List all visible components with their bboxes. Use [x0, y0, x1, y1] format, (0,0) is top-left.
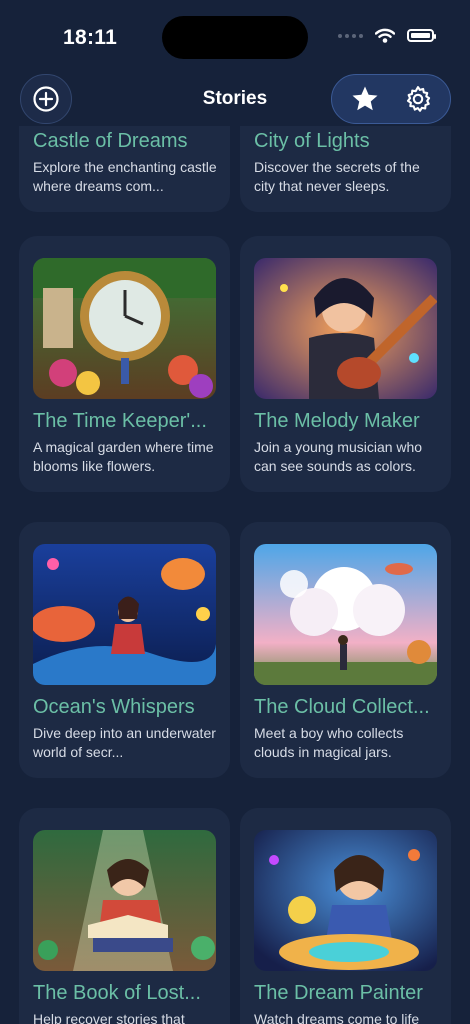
story-title: The Time Keeper'... [33, 410, 207, 432]
story-description: Join a young musician who can see sounds… [254, 439, 423, 474]
story-card[interactable]: City of Lights Discover the secrets of t… [240, 126, 451, 212]
story-card[interactable]: The Dream Painter Watch dreams come to l… [240, 808, 451, 1024]
story-description: Help recover stories that [33, 1011, 185, 1024]
story-description: Discover the secrets of the city that ne… [254, 159, 420, 194]
status-bar: 18:11 [0, 0, 470, 72]
star-icon [352, 86, 377, 111]
dynamic-island [162, 16, 308, 59]
story-description: Explore the enchanting castle where drea… [33, 159, 217, 194]
story-description: Meet a boy who collects clouds in magica… [254, 725, 404, 760]
story-image-book-of-lost [33, 830, 216, 971]
settings-button[interactable] [396, 77, 440, 121]
story-title: Castle of Dreams [33, 130, 188, 152]
story-description: Dive deep into an underwater world of se… [33, 725, 216, 760]
story-card[interactable]: Castle of Dreams Explore the enchanting … [19, 126, 230, 212]
cellular-signal-icon [338, 33, 363, 38]
story-card[interactable]: The Cloud Collect... Meet a boy who coll… [240, 522, 451, 778]
wifi-icon [375, 28, 395, 43]
story-title: Ocean's Whispers [33, 696, 195, 718]
gear-icon [406, 86, 430, 112]
favorites-button[interactable] [343, 77, 387, 121]
story-title: The Melody Maker [254, 410, 420, 432]
story-title: The Book of Lost... [33, 982, 201, 1004]
status-icons [338, 28, 436, 43]
story-image-dream-painter [254, 830, 437, 971]
story-title: The Dream Painter [254, 982, 423, 1004]
story-title: City of Lights [254, 130, 370, 152]
story-title: The Cloud Collect... [254, 696, 430, 718]
story-image-oceans-whispers [33, 544, 216, 685]
story-grid-viewport[interactable]: Castle of Dreams Explore the enchanting … [0, 126, 470, 1024]
story-image-time-keeper [33, 258, 216, 399]
story-description: Watch dreams come to life [254, 1011, 420, 1024]
status-time: 18:11 [63, 26, 118, 49]
battery-icon [407, 29, 436, 42]
story-card[interactable]: The Time Keeper'... A magical garden whe… [19, 236, 230, 492]
story-description: A magical garden where time blooms like … [33, 439, 214, 474]
story-card[interactable]: The Melody Maker Join a young musician w… [240, 236, 451, 492]
story-image-melody-maker [254, 258, 437, 399]
nav-bar: Stories [0, 72, 470, 126]
story-image-cloud-collector [254, 544, 437, 685]
story-card[interactable]: The Book of Lost... Help recover stories… [19, 808, 230, 1024]
nav-actions [331, 74, 451, 124]
story-card[interactable]: Ocean's Whispers Dive deep into an under… [19, 522, 230, 778]
